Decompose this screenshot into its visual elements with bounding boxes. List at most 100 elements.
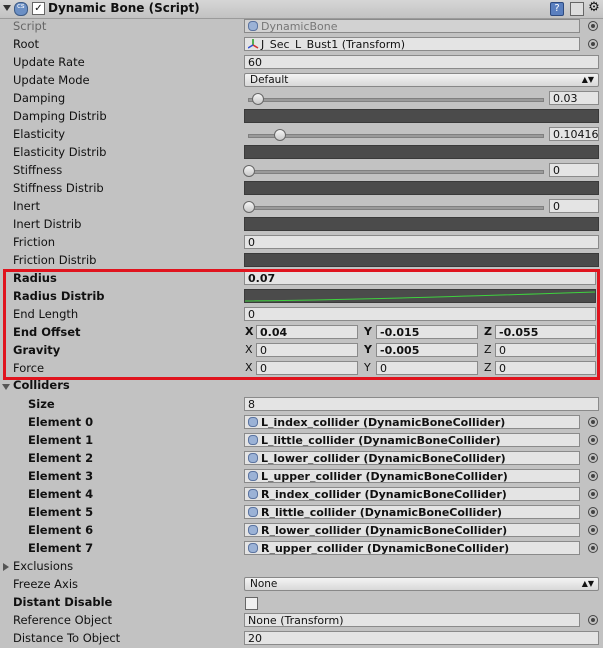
colliders-foldout-icon[interactable] bbox=[2, 384, 10, 390]
object-picker-icon[interactable] bbox=[588, 471, 598, 481]
enabled-checkbox[interactable]: ✓ bbox=[32, 2, 45, 15]
object-picker-icon[interactable] bbox=[588, 543, 598, 553]
script-field: DynamicBone bbox=[244, 19, 580, 33]
object-picker-icon[interactable] bbox=[588, 489, 598, 499]
damping-distrib-curve[interactable] bbox=[244, 109, 599, 123]
row-elasticity-distrib: Elasticity Distrib bbox=[0, 144, 603, 162]
row-exclusions[interactable]: Exclusions bbox=[0, 558, 603, 576]
reference-object-picker-icon[interactable] bbox=[588, 615, 598, 625]
damping-slider-thumb[interactable] bbox=[251, 93, 264, 105]
damping-input[interactable]: 0.03 bbox=[549, 91, 599, 105]
reference-object-label: Reference Object bbox=[13, 613, 113, 627]
collider-script-icon bbox=[248, 543, 258, 553]
stiffness-slider-thumb[interactable] bbox=[243, 165, 255, 177]
inert-label: Inert bbox=[13, 199, 40, 213]
inert-slider-thumb[interactable] bbox=[243, 201, 255, 213]
update-mode-dropdown[interactable]: Default ▲▼ bbox=[244, 73, 599, 87]
collider-element-1: Element 1 L_little_collider (DynamicBone… bbox=[0, 432, 603, 450]
update-mode-label: Update Mode bbox=[13, 73, 90, 87]
root-field[interactable]: J_Sec_L_Bust1 (Transform) bbox=[244, 37, 580, 51]
friction-input[interactable]: 0 bbox=[244, 235, 599, 249]
freeze-axis-dropdown[interactable]: None ▲▼ bbox=[244, 577, 599, 591]
help-icon[interactable]: ? bbox=[550, 2, 564, 16]
collider-element-7: Element 7 R_upper_collider (DynamicBoneC… bbox=[0, 540, 603, 558]
row-damping-distrib: Damping Distrib bbox=[0, 108, 603, 126]
stiffness-distrib-label: Stiffness Distrib bbox=[13, 181, 104, 195]
row-update-rate: Update Rate 60 bbox=[0, 54, 603, 72]
element-object-field[interactable]: L_lower_collider (DynamicBoneCollider) bbox=[244, 451, 580, 465]
collider-element-6: Element 6 R_lower_collider (DynamicBoneC… bbox=[0, 522, 603, 540]
row-freeze-axis: Freeze Axis None ▲▼ bbox=[0, 576, 603, 594]
row-colliders-size: Size 8 bbox=[0, 396, 603, 414]
element-object-field[interactable]: L_index_collider (DynamicBoneCollider) bbox=[244, 415, 580, 429]
colliders-size-label: Size bbox=[28, 397, 55, 411]
row-distance-to-object: Distance To Object 20 bbox=[0, 630, 603, 648]
object-picker-icon[interactable] bbox=[588, 507, 598, 517]
element-object-field[interactable]: R_upper_collider (DynamicBoneCollider) bbox=[244, 541, 580, 555]
foldout-arrow-icon[interactable] bbox=[3, 5, 11, 11]
colliders-label: Colliders bbox=[13, 378, 70, 392]
element-label: Element 7 bbox=[28, 541, 94, 555]
object-picker-icon[interactable] bbox=[588, 435, 598, 445]
damping-distrib-label: Damping Distrib bbox=[13, 109, 107, 123]
elasticity-slider-track[interactable] bbox=[248, 134, 544, 138]
element-object-field[interactable]: R_little_collider (DynamicBoneCollider) bbox=[244, 505, 580, 519]
stiffness-input[interactable]: 0 bbox=[549, 163, 599, 177]
row-inert-distrib: Inert Distrib bbox=[0, 216, 603, 234]
inert-input[interactable]: 0 bbox=[549, 199, 599, 213]
object-picker-icon[interactable] bbox=[588, 525, 598, 535]
element-object-field[interactable]: L_upper_collider (DynamicBoneCollider) bbox=[244, 469, 580, 483]
element-label: Element 6 bbox=[28, 523, 94, 537]
stiffness-slider-track[interactable] bbox=[248, 170, 544, 174]
preset-icon[interactable] bbox=[570, 2, 584, 16]
root-picker-icon[interactable] bbox=[588, 39, 598, 49]
update-rate-input[interactable]: 60 bbox=[244, 55, 599, 69]
element-object-field[interactable]: R_index_collider (DynamicBoneCollider) bbox=[244, 487, 580, 501]
elasticity-input[interactable]: 0.10416 bbox=[549, 127, 599, 141]
element-object-field[interactable]: L_little_collider (DynamicBoneCollider) bbox=[244, 433, 580, 447]
object-picker-icon[interactable] bbox=[588, 453, 598, 463]
row-distant-disable: Distant Disable bbox=[0, 594, 603, 612]
gear-icon[interactable]: ⚙ bbox=[588, 1, 600, 14]
row-colliders[interactable]: Colliders bbox=[0, 378, 603, 394]
collider-element-5: Element 5 R_little_collider (DynamicBone… bbox=[0, 504, 603, 522]
dropdown-arrows-icon: ▲▼ bbox=[581, 579, 594, 588]
collider-element-4: Element 4 R_index_collider (DynamicBoneC… bbox=[0, 486, 603, 504]
elasticity-slider-thumb[interactable] bbox=[273, 129, 286, 141]
exclusions-foldout-icon[interactable] bbox=[3, 563, 9, 571]
distance-to-object-input[interactable]: 20 bbox=[244, 631, 599, 645]
row-friction-distrib: Friction Distrib bbox=[0, 252, 603, 270]
inert-distrib-curve[interactable] bbox=[244, 217, 599, 231]
object-picker-icon[interactable] bbox=[588, 417, 598, 427]
element-label: Element 1 bbox=[28, 433, 94, 447]
row-inert: Inert 0 bbox=[0, 198, 603, 216]
collider-script-icon bbox=[248, 507, 258, 517]
stiffness-distrib-curve[interactable] bbox=[244, 181, 599, 195]
elasticity-label: Elasticity bbox=[13, 127, 66, 141]
exclusions-label: Exclusions bbox=[13, 559, 74, 573]
stiffness-label: Stiffness bbox=[13, 163, 63, 177]
distant-disable-label: Distant Disable bbox=[13, 595, 113, 609]
elasticity-distrib-curve[interactable] bbox=[244, 145, 599, 159]
freeze-axis-label: Freeze Axis bbox=[13, 577, 79, 591]
collider-script-icon bbox=[248, 471, 258, 481]
element-label: Element 0 bbox=[28, 415, 94, 429]
reference-object-field[interactable]: None (Transform) bbox=[244, 613, 580, 627]
inert-slider-track[interactable] bbox=[248, 206, 544, 210]
element-label: Element 2 bbox=[28, 451, 94, 465]
element-label: Element 3 bbox=[28, 469, 94, 483]
row-damping: Damping 0.03 bbox=[0, 90, 603, 108]
element-object-field[interactable]: R_lower_collider (DynamicBoneCollider) bbox=[244, 523, 580, 537]
collider-element-2: Element 2 L_lower_collider (DynamicBoneC… bbox=[0, 450, 603, 468]
update-rate-label: Update Rate bbox=[13, 55, 85, 69]
collider-script-icon bbox=[248, 525, 258, 535]
damping-slider-track[interactable] bbox=[248, 98, 544, 102]
colliders-size-input[interactable]: 8 bbox=[244, 397, 599, 411]
friction-distrib-curve[interactable] bbox=[244, 253, 599, 267]
collider-script-icon bbox=[248, 417, 258, 427]
script-object-icon bbox=[248, 21, 258, 31]
distant-disable-checkbox[interactable] bbox=[245, 597, 258, 610]
distance-to-object-label: Distance To Object bbox=[13, 631, 121, 645]
root-label: Root bbox=[13, 37, 40, 51]
script-icon bbox=[14, 2, 28, 16]
